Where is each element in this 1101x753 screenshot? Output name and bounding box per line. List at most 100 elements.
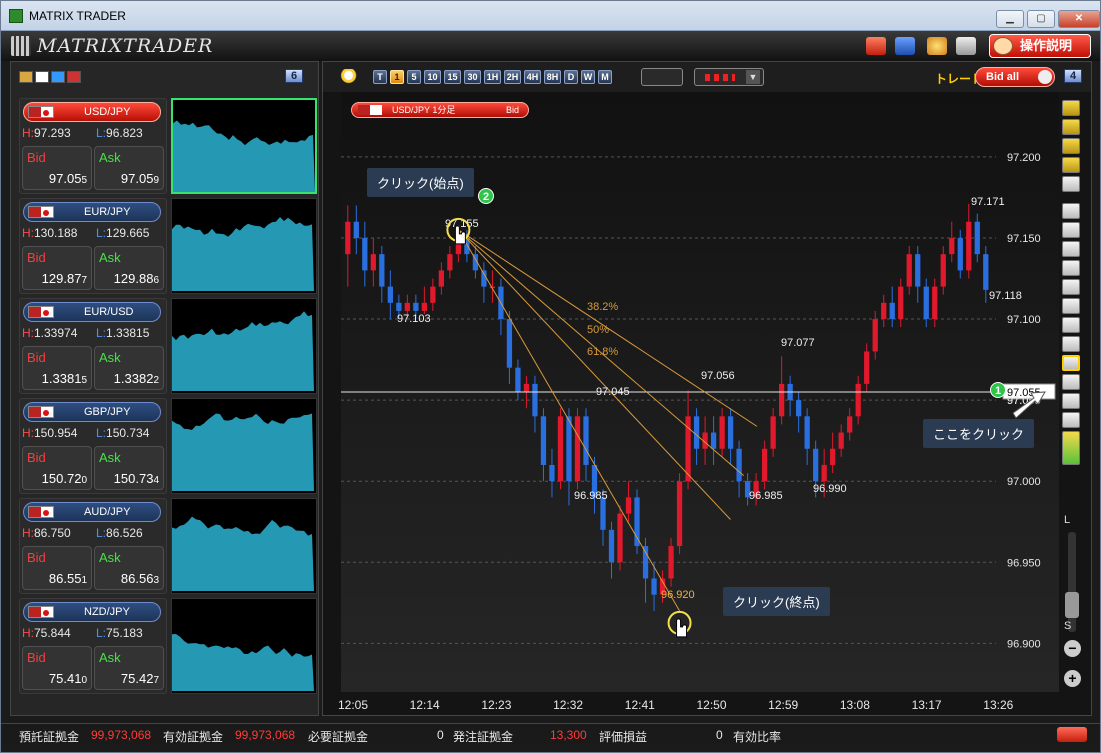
bid-button[interactable]: Bid 150.720 [22,446,92,490]
cursor-icon[interactable] [1062,203,1080,219]
pair-name-button[interactable]: GBP/JPY [23,402,161,422]
toolbox-icon[interactable] [866,37,886,55]
expand-panel-button[interactable] [1057,727,1087,742]
timeframe-button[interactable]: 30 [464,70,481,84]
candlestick-chart[interactable]: 97.200 97.150 97.100 97.050 97.000 96.950 96.9… [341,92,1059,692]
bid-button[interactable]: Bid 86.551 [22,546,92,590]
pair-name-button[interactable]: EUR/USD [23,302,161,322]
timeframe-button[interactable]: 1H [484,70,501,84]
rate-panel: 6 USD/JPY H:97.293 L:96.823 Bid 97.055 A… [10,61,319,716]
candle-body [515,367,521,392]
candle-body [523,383,530,392]
timeframe-button[interactable]: 10 [424,70,441,84]
channel-icon[interactable] [1062,298,1080,314]
hline-icon[interactable] [1062,260,1080,276]
mini-chart[interactable] [171,498,317,594]
palette-icon[interactable] [927,37,947,55]
mini-chart-fill [172,413,314,491]
ask-button[interactable]: Ask 86.563 [94,546,164,590]
candle-body [617,513,623,563]
bid-all-toggle[interactable]: Bid all [975,67,1055,87]
trend-icon[interactable] [1062,176,1080,192]
timeframe-button[interactable]: 1 [390,70,404,84]
candle-body [770,416,776,449]
vline-icon[interactable] [1062,279,1080,295]
timeframe-button[interactable]: 4H [524,70,541,84]
news-icon[interactable] [1062,119,1080,135]
save-icon[interactable] [895,37,915,55]
currency-pair-card[interactable]: EUR/USD H:1.33974 L:1.33815 Bid 1.33815 … [19,298,317,394]
timeframe-button[interactable]: 8H [544,70,561,84]
help-button[interactable]: 操作説明 [989,34,1091,58]
print-icon[interactable] [956,37,976,55]
rate-card[interactable]: USD/JPY H:97.293 L:96.823 Bid 97.055 Ask… [19,98,167,194]
close-button[interactable]: ✕ [1058,10,1100,28]
zoom-slider-thumb[interactable] [1065,592,1079,618]
currency-pair-card[interactable]: USD/JPY H:97.293 L:96.823 Bid 97.055 Ask… [19,98,317,194]
candle-body [413,302,419,311]
timeframe-button[interactable]: T [373,70,387,84]
mini-chart[interactable] [171,98,317,194]
bid-button[interactable]: Bid 129.877 [22,246,92,290]
rate-card[interactable]: EUR/JPY H:130.188 L:129.665 Bid 129.877 … [19,198,167,294]
lines2-icon[interactable] [1062,336,1080,352]
zoom-in-button[interactable]: + [1064,670,1081,687]
currency-pair-card[interactable]: GBP/JPY H:150.954 L:150.734 Bid 150.720 … [19,398,317,494]
valid-margin-label: 有効証拠金 [163,730,224,744]
mini-chart[interactable] [171,298,317,394]
mini-chart[interactable] [171,598,317,694]
pair-name-button[interactable]: USD/JPY [23,102,161,122]
bid-button[interactable]: Bid 97.055 [22,146,92,190]
pair-name-button[interactable]: AUD/JPY [23,502,161,522]
ask-button[interactable]: Ask 97.059 [94,146,164,190]
mini-chart[interactable] [171,198,317,294]
bid-button[interactable]: Bid 75.410 [22,646,92,690]
ask-price: 129.886 [113,271,159,286]
timeframe-button[interactable]: 2H [504,70,521,84]
trash-icon[interactable] [1062,412,1080,428]
mini-chart[interactable] [171,398,317,494]
pair-count-badge[interactable]: 6 [285,69,303,83]
candle-body [676,481,683,547]
timeframe-button[interactable]: M [598,70,612,84]
zoom-slider[interactable] [1065,532,1079,632]
eraser-icon[interactable] [1062,393,1080,409]
ask-button[interactable]: Ask 150.734 [94,446,164,490]
rate-card[interactable]: AUD/JPY H:86.750 L:86.526 Bid 86.551 Ask… [19,498,167,594]
chart-count-badge[interactable]: 4 [1064,69,1082,83]
pair-name-button[interactable]: NZD/JPY [23,602,161,622]
maximize-button[interactable]: ▢ [1027,10,1055,28]
pair-name-button[interactable]: EUR/JPY [23,202,161,222]
currency-pair-card[interactable]: NZD/JPY H:75.844 L:75.183 Bid 75.410 Ask… [19,598,317,694]
currency-pair-card[interactable]: EUR/JPY H:130.188 L:129.665 Bid 129.877 … [19,198,317,294]
info-icon[interactable] [1062,100,1080,116]
timeframe-button[interactable]: W [581,70,595,84]
rate-card[interactable]: NZD/JPY H:75.844 L:75.183 Bid 75.410 Ask… [19,598,167,694]
bid-button[interactable]: Bid 1.33815 [22,346,92,390]
chart-type-icon[interactable] [641,68,683,86]
rate-card[interactable]: EUR/USD H:1.33974 L:1.33815 Bid 1.33815 … [19,298,167,394]
ask-button[interactable]: Ask 1.33822 [94,346,164,390]
candle-color-select[interactable]: ▼ [694,68,764,86]
currency-pair-card[interactable]: AUD/JPY H:86.750 L:86.526 Bid 86.551 Ask… [19,498,317,594]
zoom-out-button[interactable]: − [1064,640,1081,657]
line-icon[interactable] [1062,241,1080,257]
text-icon[interactable] [1062,374,1080,390]
flag-icon[interactable] [1062,138,1080,154]
bell-icon[interactable] [1062,157,1080,173]
timeframe-button[interactable]: 15 [444,70,461,84]
color-icon[interactable] [1062,431,1080,465]
ask-button[interactable]: Ask 75.427 [94,646,164,690]
timeframe-button[interactable]: 5 [407,70,421,84]
minimize-button[interactable]: ▁ [996,10,1024,28]
high-value: H:1.33974 [22,326,78,340]
rate-card[interactable]: GBP/JPY H:150.954 L:150.734 Bid 150.720 … [19,398,167,494]
ask-button[interactable]: Ask 129.886 [94,246,164,290]
currency-flags-icon[interactable] [19,71,81,83]
fibonacci-fan-icon[interactable] [1062,355,1080,371]
crosshair-icon[interactable] [1062,222,1080,238]
zoom-icon[interactable] [339,69,363,85]
scale-large-label: L [1064,514,1071,526]
timeframe-button[interactable]: D [564,70,578,84]
lines-icon[interactable] [1062,317,1080,333]
